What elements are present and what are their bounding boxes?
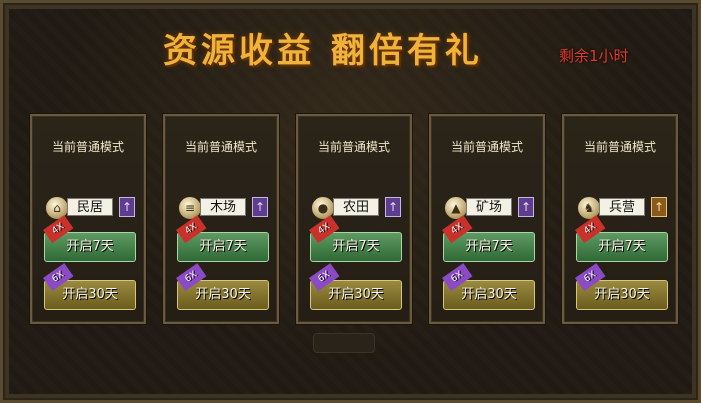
mode-label: 当前普通模式 [317, 140, 390, 154]
button-label: 开启30天 [461, 287, 517, 302]
open-7-days-button[interactable]: 4X 开启7天 [309, 215, 402, 262]
button-label: 开启7天 [199, 239, 247, 254]
open-7-days-button[interactable]: 4X 开启7天 [43, 215, 136, 262]
resource-row: ♞ 兵营 ↑ [577, 196, 667, 220]
arrow-up-icon[interactable]: ↑ [651, 197, 667, 217]
resource-name: 民居 [67, 198, 113, 216]
resource-row: ≡ 木场 ↑ [178, 196, 268, 220]
button-label: 开启7天 [465, 239, 513, 254]
button-label: 开启7天 [332, 239, 380, 254]
resource-name: 木场 [200, 198, 246, 216]
resource-row: ● 农田 ↑ [311, 196, 401, 220]
open-30-days-button[interactable]: 6X 开启30天 [43, 263, 136, 310]
mode-label: 当前普通模式 [450, 140, 523, 154]
resource-card-nongtian: 当前普通模式 ● 农田 ↑ 4X 开启7天 6X 开启30天 [296, 114, 412, 324]
button-label: 开启7天 [66, 239, 114, 254]
mode-label: 当前普通模式 [51, 140, 124, 154]
arrow-up-icon[interactable]: ↑ [119, 197, 135, 217]
mode-label: 当前普通模式 [184, 140, 257, 154]
resource-card-bingying: 当前普通模式 ♞ 兵营 ↑ 4X 开启7天 6X 开启30天 [562, 114, 678, 324]
resource-row: ▲ 矿场 ↑ [444, 196, 534, 220]
button-label: 开启30天 [62, 287, 118, 302]
open-7-days-button[interactable]: 4X 开启7天 [176, 215, 269, 262]
event-title: 资源收益 翻倍有礼 [163, 31, 483, 71]
resource-name: 矿场 [466, 198, 512, 216]
resource-card-minju: 当前普通模式 ⌂ 民居 ↑ 4X 开启7天 6X 开启30天 [30, 114, 146, 324]
open-30-days-button[interactable]: 6X 开启30天 [442, 263, 535, 310]
button-label: 开启7天 [598, 239, 646, 254]
event-panel: 资源收益 翻倍有礼 剩余1小时 当前普通模式 ⌂ 民居 ↑ 4X 开启7天 6X… [0, 0, 701, 403]
open-30-days-button[interactable]: 6X 开启30天 [575, 263, 668, 310]
open-7-days-button[interactable]: 4X 开启7天 [442, 215, 535, 262]
resource-card-muchang: 当前普通模式 ≡ 木场 ↑ 4X 开启7天 6X 开启30天 [163, 114, 279, 324]
resource-cards: 当前普通模式 ⌂ 民居 ↑ 4X 开启7天 6X 开启30天 当前普通模式 ≡ … [30, 114, 680, 324]
remaining-time: 剩余1小时 [559, 47, 629, 65]
button-label: 开启30天 [594, 287, 650, 302]
resource-name: 兵营 [599, 198, 645, 216]
mode-label: 当前普通模式 [583, 140, 656, 154]
arrow-up-icon[interactable]: ↑ [385, 197, 401, 217]
resource-name: 农田 [333, 198, 379, 216]
resource-row: ⌂ 民居 ↑ [45, 196, 135, 220]
arrow-up-icon[interactable]: ↑ [518, 197, 534, 217]
resource-card-kuangchang: 当前普通模式 ▲ 矿场 ↑ 4X 开启7天 6X 开启30天 [429, 114, 545, 324]
open-30-days-button[interactable]: 6X 开启30天 [309, 263, 402, 310]
arrow-up-icon[interactable]: ↑ [252, 197, 268, 217]
bottom-ornament [313, 333, 375, 353]
open-30-days-button[interactable]: 6X 开启30天 [176, 263, 269, 310]
button-label: 开启30天 [195, 287, 251, 302]
button-label: 开启30天 [328, 287, 384, 302]
open-7-days-button[interactable]: 4X 开启7天 [575, 215, 668, 262]
